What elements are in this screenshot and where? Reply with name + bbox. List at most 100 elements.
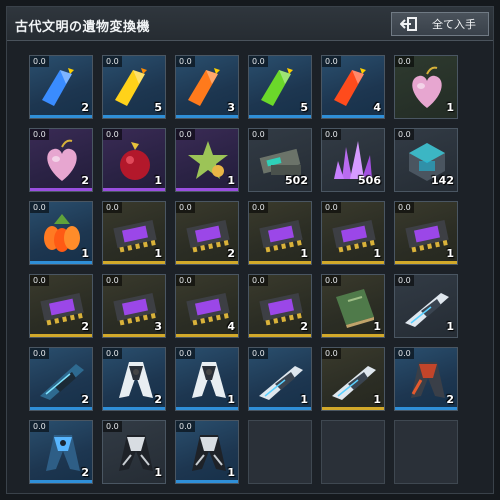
rarity-bar <box>395 261 457 264</box>
item-slot[interactable]: 0.0 1 <box>102 128 166 192</box>
rarity-bar <box>322 115 384 118</box>
rarity-bar <box>322 261 384 264</box>
quantity-label: 2 <box>81 320 89 333</box>
item-slot[interactable]: 0.0 2 <box>102 347 166 411</box>
timer-label: 0.0 <box>103 129 122 140</box>
rarity-bar <box>176 188 238 191</box>
timer-label: 0.0 <box>322 56 341 67</box>
item-slot[interactable]: 0.0 1 <box>102 420 166 484</box>
quantity-label: 3 <box>227 101 235 114</box>
quantity-label: 2 <box>81 174 89 187</box>
item-slot[interactable]: 0.0 1 <box>175 420 239 484</box>
quantity-label: 5 <box>154 101 162 114</box>
timer-label: 0.0 <box>249 56 268 67</box>
item-slot[interactable]: 0.0 142 <box>394 128 458 192</box>
timer-label: 0.0 <box>103 202 122 213</box>
timer-label: 0.0 <box>103 348 122 359</box>
rarity-bar <box>176 115 238 118</box>
quantity-label: 506 <box>358 174 381 187</box>
quantity-label: 2 <box>227 247 235 260</box>
collect-all-button[interactable]: 全て入手 <box>391 12 489 36</box>
quantity-label: 5 <box>300 101 308 114</box>
quantity-label: 1 <box>446 101 454 114</box>
rarity-bar <box>322 407 384 410</box>
timer-label: 0.0 <box>103 275 122 286</box>
item-slot[interactable]: 0.0 1 <box>29 201 93 265</box>
quantity-label: 2 <box>154 393 162 406</box>
rarity-bar <box>395 407 457 410</box>
quantity-label: 4 <box>373 101 381 114</box>
timer-label: 0.0 <box>176 129 195 140</box>
rarity-bar <box>103 188 165 191</box>
item-slot[interactable]: 0.0 2 <box>248 274 312 338</box>
item-slot[interactable]: 0.0 1 <box>321 347 385 411</box>
converter-window: 古代文明の遺物変換機 全て入手 0.0 2 0.0 5 0.0 3 0.0 5 0.0 4 0.0 1… <box>6 6 494 494</box>
item-slot[interactable]: 0.0 2 <box>29 55 93 119</box>
quantity-label: 1 <box>446 247 454 260</box>
item-slot[interactable]: 0.0 4 <box>321 55 385 119</box>
timer-label: 0.0 <box>30 56 49 67</box>
item-slot[interactable]: 0.0 3 <box>102 274 166 338</box>
quantity-label: 1 <box>373 320 381 333</box>
timer-label: 0.0 <box>322 202 341 213</box>
item-slot[interactable]: 0.0 1 <box>175 128 239 192</box>
quantity-label: 4 <box>227 320 235 333</box>
item-slot[interactable]: 0.0 1 <box>102 201 166 265</box>
item-slot[interactable]: 0.0 1 <box>175 347 239 411</box>
timer-label: 0.0 <box>30 348 49 359</box>
quantity-label: 1 <box>373 393 381 406</box>
item-slot[interactable]: 0.0 5 <box>248 55 312 119</box>
item-slot[interactable]: 0.0 5 <box>102 55 166 119</box>
window-title: 古代文明の遺物変換機 <box>15 20 151 35</box>
quantity-label: 1 <box>373 247 381 260</box>
item-slot[interactable]: 0.0 2 <box>29 274 93 338</box>
item-slot[interactable]: 0.0 2 <box>394 347 458 411</box>
item-slot[interactable]: 0.0 3 <box>175 55 239 119</box>
timer-label: 0.0 <box>322 275 341 286</box>
item-slot[interactable]: 0.0 506 <box>321 128 385 192</box>
item-slot[interactable]: 0.0 1 <box>321 274 385 338</box>
timer-label: 0.0 <box>395 275 414 286</box>
quantity-label: 2 <box>81 466 89 479</box>
timer-label: 0.0 <box>249 129 268 140</box>
quantity-label: 1 <box>227 466 235 479</box>
item-slot[interactable]: 0.0 1 <box>248 201 312 265</box>
item-slot[interactable]: 0.0 4 <box>175 274 239 338</box>
rarity-bar <box>176 480 238 483</box>
item-slot[interactable]: 0.0 1 <box>394 201 458 265</box>
empty-slot <box>321 420 385 484</box>
quantity-label: 502 <box>285 174 308 187</box>
timer-label: 0.0 <box>30 129 49 140</box>
rarity-bar <box>30 261 92 264</box>
item-slot[interactable]: 0.0 2 <box>29 128 93 192</box>
rarity-bar <box>176 261 238 264</box>
quantity-label: 1 <box>300 393 308 406</box>
timer-label: 0.0 <box>322 129 341 140</box>
quantity-label: 1 <box>300 247 308 260</box>
rarity-bar <box>322 334 384 337</box>
timer-label: 0.0 <box>176 202 195 213</box>
item-slot[interactable]: 0.0 1 <box>394 274 458 338</box>
item-slot[interactable]: 0.0 2 <box>29 420 93 484</box>
timer-label: 0.0 <box>395 348 414 359</box>
item-slot[interactable]: 0.0 2 <box>175 201 239 265</box>
window-header: 古代文明の遺物変換機 全て入手 <box>7 7 493 41</box>
timer-label: 0.0 <box>103 56 122 67</box>
timer-label: 0.0 <box>322 348 341 359</box>
rarity-bar <box>249 261 311 264</box>
quantity-label: 2 <box>446 393 454 406</box>
item-slot[interactable]: 0.0 1 <box>248 347 312 411</box>
timer-label: 0.0 <box>395 129 414 140</box>
item-slot[interactable]: 0.0 1 <box>394 55 458 119</box>
item-slot[interactable]: 0.0 502 <box>248 128 312 192</box>
rarity-bar <box>103 115 165 118</box>
item-slot[interactable]: 0.0 2 <box>29 347 93 411</box>
rarity-bar <box>103 261 165 264</box>
empty-slot <box>248 420 312 484</box>
empty-slot <box>394 420 458 484</box>
rarity-bar <box>30 407 92 410</box>
quantity-label: 1 <box>446 320 454 333</box>
quantity-label: 1 <box>154 466 162 479</box>
item-slot[interactable]: 0.0 1 <box>321 201 385 265</box>
rarity-bar <box>30 115 92 118</box>
